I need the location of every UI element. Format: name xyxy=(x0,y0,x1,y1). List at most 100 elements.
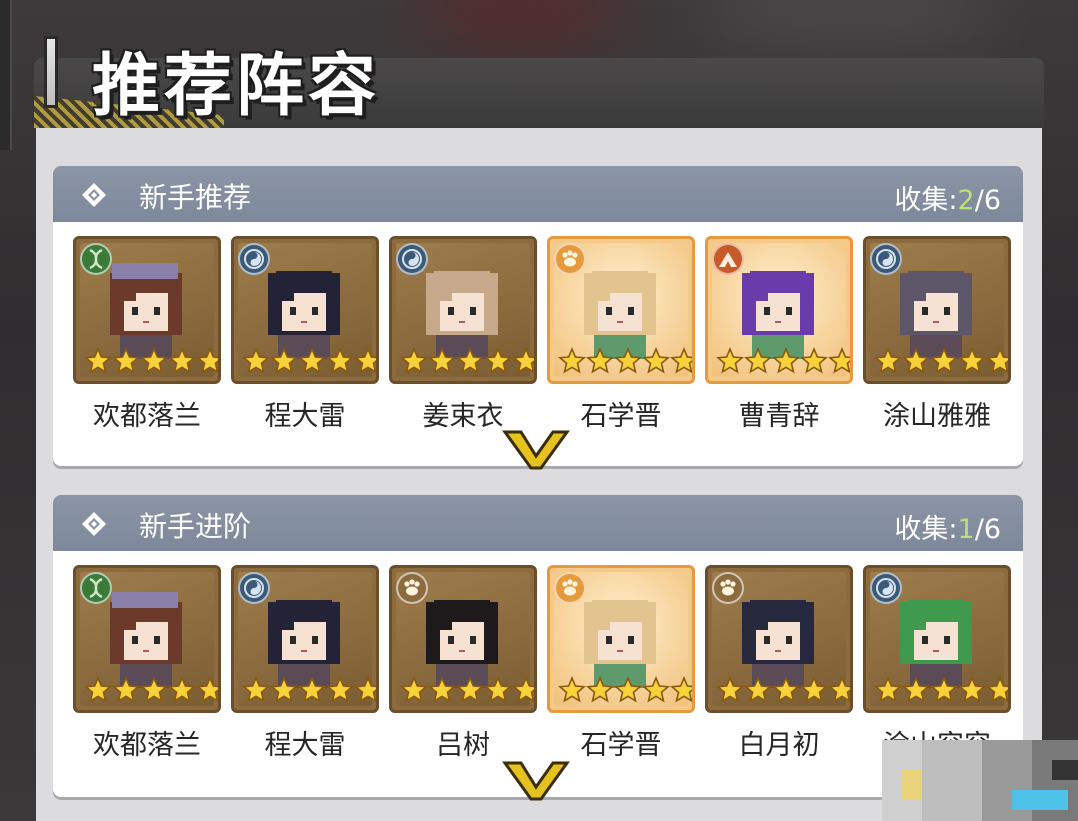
hero-portrait[interactable] xyxy=(73,565,221,713)
star-icon xyxy=(483,676,513,704)
star-icon xyxy=(139,347,169,375)
collect-total: /6 xyxy=(974,185,1001,216)
section-header: 新手推荐 收集:2/6 xyxy=(53,166,1023,222)
hero-card-item[interactable]: 程大雷 xyxy=(231,565,379,762)
star-icon xyxy=(111,347,141,375)
lineup-section: 新手推荐 收集:2/6 欢都落兰 程大雷 姜束衣 石学晋 曹青辞 涂山雅雅 xyxy=(53,166,1023,470)
diamond-icon xyxy=(82,183,106,207)
star-icon xyxy=(511,676,534,704)
star-icon xyxy=(297,347,327,375)
star-icon xyxy=(929,347,959,375)
collect-current: 1 xyxy=(957,514,975,545)
star-rating xyxy=(241,676,376,704)
star-icon xyxy=(195,676,218,704)
lineup-section: 新手进阶 收集:1/6 欢都落兰 程大雷 吕树 石学晋 白月初 涂山容容 xyxy=(53,495,1023,801)
hero-card-item[interactable]: 白月初 xyxy=(705,565,853,762)
dna-icon xyxy=(80,243,112,275)
star-icon xyxy=(799,676,829,704)
star-icon xyxy=(613,347,643,375)
hero-name: 程大雷 xyxy=(264,730,346,761)
star-icon xyxy=(641,347,671,375)
star-icon xyxy=(455,347,485,375)
star-icon xyxy=(957,347,987,375)
star-icon xyxy=(585,347,615,375)
hero-name: 程大雷 xyxy=(264,401,346,432)
hero-portrait[interactable] xyxy=(547,236,695,384)
hero-portrait[interactable] xyxy=(863,236,1011,384)
chevron-down-icon[interactable] xyxy=(501,759,571,803)
hero-portrait[interactable] xyxy=(389,565,537,713)
mountain-icon xyxy=(712,243,744,275)
star-icon xyxy=(399,676,429,704)
star-rating xyxy=(873,347,1008,375)
hero-card-item[interactable]: 吕树 xyxy=(389,565,537,762)
star-icon xyxy=(269,676,299,704)
hero-name: 石学晋 xyxy=(580,730,662,761)
star-icon xyxy=(139,676,169,704)
star-icon xyxy=(483,347,513,375)
hero-portrait[interactable] xyxy=(705,236,853,384)
star-icon xyxy=(167,347,197,375)
hero-card-item[interactable]: 欢都落兰 xyxy=(73,565,221,762)
star-icon xyxy=(873,676,903,704)
star-rating xyxy=(83,676,218,704)
hero-name: 涂山雅雅 xyxy=(883,401,991,432)
hero-name: 吕树 xyxy=(436,730,490,761)
star-icon xyxy=(743,347,773,375)
title-bar-mark xyxy=(44,36,58,108)
star-rating xyxy=(241,347,376,375)
star-icon xyxy=(901,676,931,704)
star-icon xyxy=(743,676,773,704)
star-icon xyxy=(771,347,801,375)
hero-portrait[interactable] xyxy=(389,236,537,384)
star-icon xyxy=(83,676,113,704)
section-header: 新手进阶 收集:1/6 xyxy=(53,495,1023,551)
star-icon xyxy=(901,347,931,375)
star-icon xyxy=(613,676,643,704)
hero-card-item[interactable]: 程大雷 xyxy=(231,236,379,433)
hero-card-item[interactable]: 石学晋 xyxy=(547,236,695,433)
star-icon xyxy=(353,676,376,704)
hero-name: 欢都落兰 xyxy=(93,401,201,432)
star-icon xyxy=(297,676,327,704)
star-rating xyxy=(557,676,692,704)
hero-portrait[interactable] xyxy=(231,565,379,713)
collect-counter: 收集:2/6 xyxy=(894,178,1001,217)
hero-name: 欢都落兰 xyxy=(93,730,201,761)
swirl-icon xyxy=(870,243,902,275)
section-title: 新手进阶 xyxy=(139,510,252,543)
hero-portrait[interactable] xyxy=(547,565,695,713)
star-icon xyxy=(799,347,829,375)
star-rating xyxy=(715,347,850,375)
star-icon xyxy=(83,347,113,375)
hero-portrait[interactable] xyxy=(73,236,221,384)
star-icon xyxy=(873,347,903,375)
hero-card-item[interactable]: 欢都落兰 xyxy=(73,236,221,433)
hero-portrait[interactable] xyxy=(863,565,1011,713)
star-icon xyxy=(427,676,457,704)
hero-card-item[interactable]: 曹青辞 xyxy=(705,236,853,433)
hero-card-item[interactable]: 涂山雅雅 xyxy=(863,236,1011,433)
star-icon xyxy=(669,676,692,704)
star-icon xyxy=(669,347,692,375)
left-edge-strip xyxy=(0,0,12,150)
paw-icon xyxy=(712,572,744,604)
swirl-icon xyxy=(396,243,428,275)
star-rating xyxy=(399,347,534,375)
star-icon xyxy=(399,347,429,375)
star-icon xyxy=(241,347,271,375)
hero-card-item[interactable]: 姜束衣 xyxy=(389,236,537,433)
hero-portrait[interactable] xyxy=(231,236,379,384)
star-icon xyxy=(455,676,485,704)
hero-card-item[interactable]: 石学晋 xyxy=(547,565,695,762)
hero-card-item[interactable]: 涂山容容 xyxy=(863,565,1011,762)
star-icon xyxy=(827,676,850,704)
paw-icon xyxy=(396,572,428,604)
hero-list: 欢都落兰 程大雷 吕树 石学晋 白月初 涂山容容 xyxy=(73,565,1013,761)
star-icon xyxy=(511,347,534,375)
collect-label: 收集: xyxy=(894,514,958,545)
paw-icon xyxy=(554,243,586,275)
chevron-down-icon[interactable] xyxy=(501,428,571,472)
hero-portrait[interactable] xyxy=(705,565,853,713)
star-rating xyxy=(557,347,692,375)
